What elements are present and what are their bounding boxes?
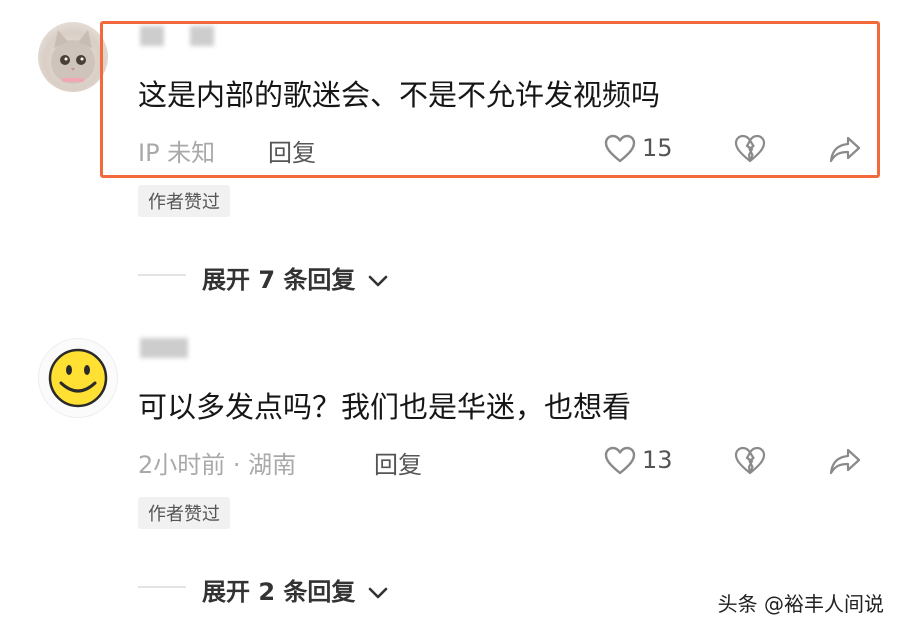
reply-button[interactable]: 回复 <box>374 445 422 480</box>
broken-heart-icon[interactable] <box>734 134 766 164</box>
expand-replies-button[interactable]: 展开 7 条回复 <box>202 260 388 295</box>
like-count: 13 <box>642 446 673 474</box>
cat-avatar-icon <box>51 30 95 84</box>
divider <box>138 274 186 276</box>
watermark: 头条 @裕丰人间说 <box>717 592 884 616</box>
author-liked-badge: 作者赞过 <box>138 185 230 217</box>
chevron-down-icon <box>368 274 388 288</box>
chevron-down-icon <box>368 586 388 600</box>
user-avatar[interactable] <box>38 338 118 418</box>
share-icon[interactable] <box>828 446 862 476</box>
like-count: 15 <box>642 134 673 162</box>
broken-heart-icon[interactable] <box>734 446 766 476</box>
heart-icon[interactable] <box>604 446 636 476</box>
reply-button[interactable]: 回复 <box>268 133 316 168</box>
comment-text: 可以多发点吗？我们也是华迷，也想看 <box>138 390 632 424</box>
divider <box>138 586 186 588</box>
user-avatar[interactable] <box>38 22 108 92</box>
author-liked-badge: 作者赞过 <box>138 497 230 529</box>
heart-icon[interactable] <box>604 134 636 164</box>
smiley-avatar-icon <box>48 348 108 408</box>
share-icon[interactable] <box>828 134 862 164</box>
expand-replies-label: 展开 2 条回复 <box>202 578 356 606</box>
comment-meta: IP 未知 <box>138 139 216 167</box>
expand-replies-button[interactable]: 展开 2 条回复 <box>202 572 388 607</box>
username-redacted <box>140 338 188 358</box>
comment-meta: 2小时前 · 湖南 <box>138 451 297 479</box>
expand-replies-label: 展开 7 条回复 <box>202 266 356 294</box>
comment-text: 这是内部的歌迷会、不是不允许发视频吗 <box>138 78 661 112</box>
